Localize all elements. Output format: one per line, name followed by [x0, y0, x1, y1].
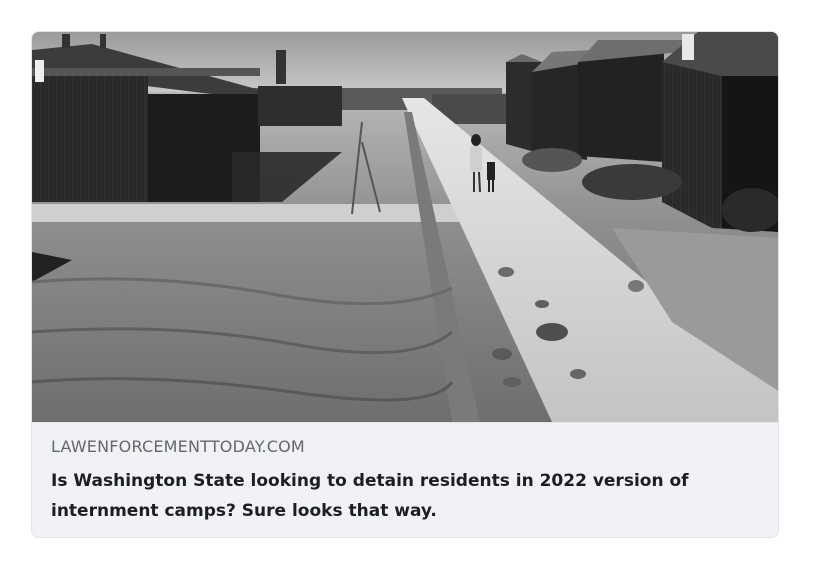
link-preview-card[interactable]: LAWENFORCEMENTTODAY.COM Is Washington St…	[31, 31, 779, 538]
link-preview-meta: LAWENFORCEMENTTODAY.COM Is Washington St…	[32, 422, 778, 537]
article-headline[interactable]: Is Washington State looking to detain re…	[51, 466, 761, 526]
source-domain[interactable]: LAWENFORCEMENTTODAY.COM	[51, 436, 761, 458]
article-preview-image[interactable]	[32, 32, 779, 422]
